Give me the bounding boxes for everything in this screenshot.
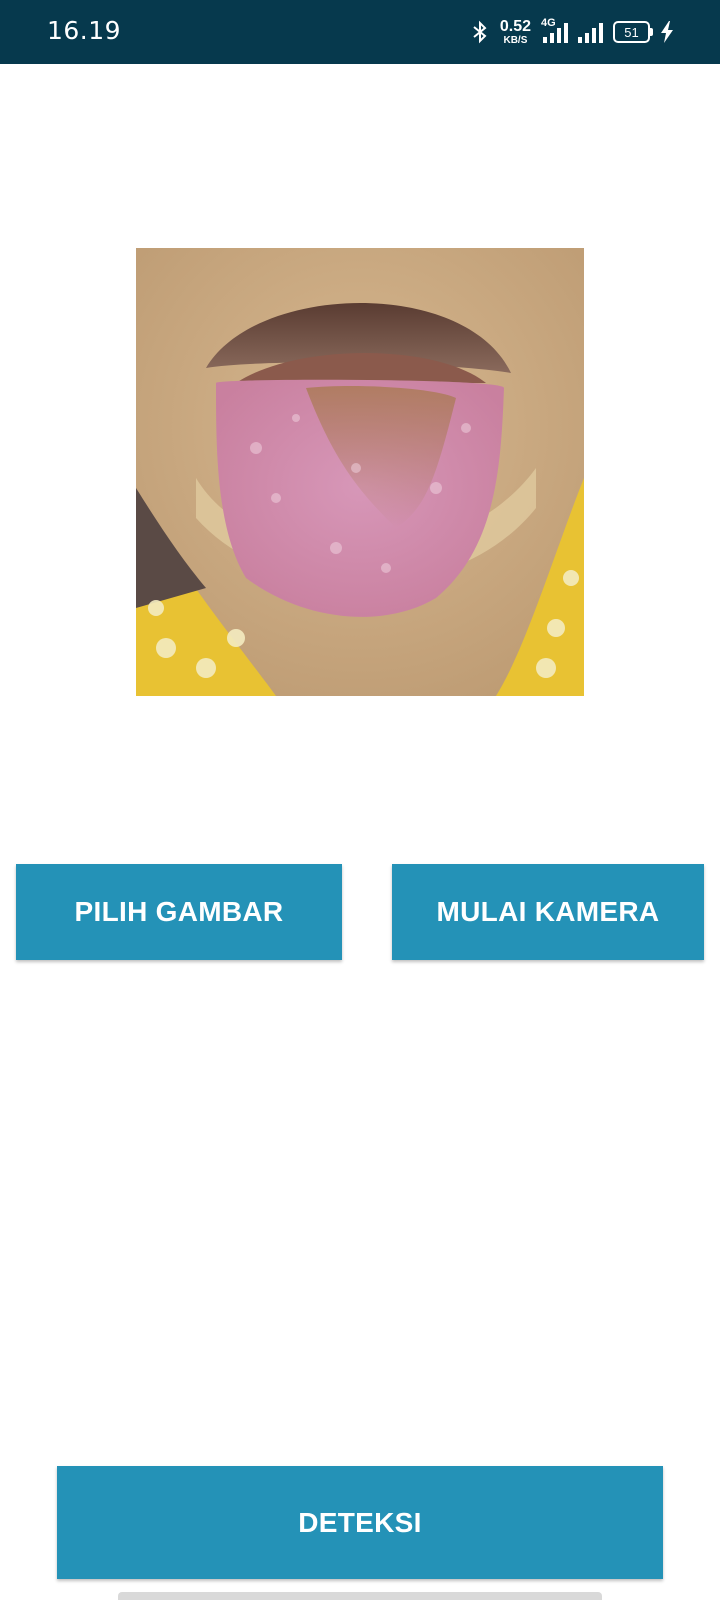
network-speed-value: 0.52 bbox=[499, 17, 531, 35]
status-icons: 0.52 KB/S 4G 51 bbox=[470, 14, 674, 50]
network-speed: 0.52 KB/S bbox=[499, 17, 531, 46]
signal-4g-icon: 4G bbox=[541, 17, 568, 43]
signal-icon bbox=[578, 21, 603, 43]
status-time: 16.19 bbox=[47, 16, 122, 45]
start-camera-button[interactable]: MULAI KAMERA bbox=[392, 864, 704, 960]
bluetooth-icon bbox=[473, 20, 487, 44]
network-speed-unit: KB/S bbox=[503, 34, 528, 46]
network-type: 4G bbox=[541, 17, 556, 29]
detect-button[interactable]: DETEKSI bbox=[57, 1466, 663, 1579]
battery-icon: 51 bbox=[613, 21, 653, 43]
tongue-image bbox=[136, 248, 584, 696]
pick-image-button[interactable]: PILIH GAMBAR bbox=[16, 864, 342, 960]
tongue-photo bbox=[136, 248, 584, 696]
status-bar: 16.19 0.52 KB/S 4G 51 bbox=[0, 0, 720, 64]
charging-icon bbox=[661, 21, 673, 43]
navigation-handle[interactable] bbox=[118, 1592, 602, 1600]
battery-level: 51 bbox=[624, 24, 639, 40]
